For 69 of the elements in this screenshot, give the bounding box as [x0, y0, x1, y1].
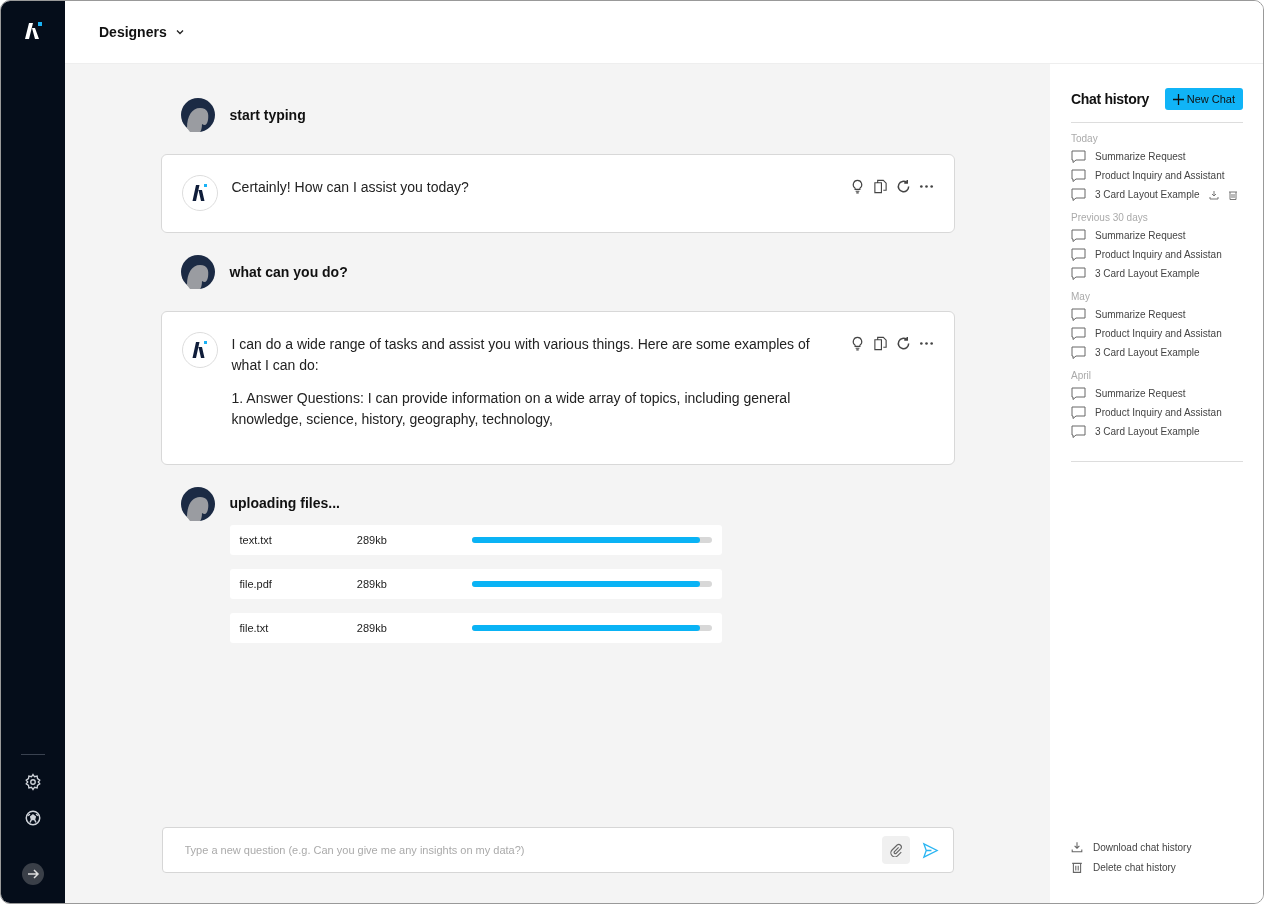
copy-icon[interactable] [872, 336, 888, 351]
delete-history-button[interactable]: Delete chat history [1071, 861, 1243, 873]
download-icon[interactable] [1208, 189, 1219, 200]
avatar [180, 255, 215, 289]
group-label: April [1071, 370, 1092, 381]
logo-icon[interactable] [23, 21, 43, 41]
user-message: what can you do? [229, 263, 348, 282]
file-size: 289kb [356, 534, 388, 546]
history-item[interactable]: Product Inquiry and Assistan [1071, 327, 1243, 340]
file-name: file.txt [239, 622, 270, 634]
chat-bubble-icon [1071, 169, 1086, 182]
history-item[interactable]: 3 Card Layout Example [1071, 425, 1243, 438]
avatar [180, 98, 215, 132]
history-item[interactable]: Product Inquiry and Assistan [1071, 406, 1243, 419]
group-label: Previous 30 days [1071, 212, 1149, 223]
arrow-right-icon [26, 867, 40, 881]
history-item[interactable]: Product Inquiry and Assistan [1071, 248, 1243, 261]
trash-icon[interactable] [1227, 189, 1238, 200]
expand-button[interactable] [22, 863, 44, 885]
settings-icon[interactable] [24, 773, 42, 791]
chat-bubble-icon [1071, 229, 1086, 242]
chat-bubble-icon [1071, 387, 1086, 400]
chat-bubble-icon [1071, 267, 1086, 280]
chat-bubble-icon [1071, 150, 1086, 163]
download-history-button[interactable]: Download chat history [1071, 841, 1243, 853]
bot-logo-icon [181, 332, 218, 368]
workspace-dropdown[interactable]: Designers [93, 23, 191, 41]
copy-icon[interactable] [872, 179, 888, 194]
chat-bubble-icon [1071, 327, 1086, 340]
message-paragraph: Certainly! How can I assist you today? [231, 178, 470, 197]
trash-icon [1071, 861, 1083, 873]
history-item[interactable]: Summarize Request [1071, 150, 1243, 163]
paperclip-icon [888, 843, 903, 857]
file-size: 289kb [356, 578, 388, 590]
group-label: Today [1071, 133, 1099, 144]
file-name: file.pdf [239, 578, 273, 590]
message-paragraph: 1. Answer Questions: I can provide information on a wide array of topics, including general knowledge, science, history, geography, technology, [231, 389, 792, 429]
attach-button[interactable] [881, 836, 910, 864]
chat-bubble-icon [1071, 346, 1086, 359]
refresh-icon[interactable] [895, 179, 911, 194]
history-item[interactable]: 3 Card Layout Example [1071, 346, 1243, 359]
chat-bubble-icon [1071, 425, 1086, 438]
avatar [180, 487, 215, 521]
chat-bubble-icon [1071, 188, 1086, 201]
download-icon [1071, 841, 1083, 853]
bot-logo-icon [181, 175, 218, 211]
plus-icon [1172, 93, 1184, 105]
history-item[interactable]: 3 Card Layout Example [1071, 267, 1243, 280]
history-item[interactable]: Summarize Request [1071, 387, 1243, 400]
history-item[interactable]: Summarize Request [1071, 308, 1243, 321]
user-message: uploading files... [229, 494, 341, 513]
history-item[interactable]: 3 Card Layout Example [1071, 188, 1243, 201]
new-chat-button[interactable]: New Chat [1164, 88, 1243, 110]
user-message: start typing [229, 106, 306, 125]
chat-bubble-icon [1071, 406, 1086, 419]
question-input-field[interactable]: Type a new question (e.g. Can you give me any insights on my data?) [182, 843, 870, 857]
history-item[interactable]: Summarize Request [1071, 229, 1243, 242]
history-item[interactable]: Product Inquiry and Assistant [1071, 169, 1243, 182]
panel-title: Chat history [1071, 91, 1150, 107]
refresh-icon[interactable] [895, 336, 911, 351]
group-label: May [1071, 291, 1091, 302]
chat-bubble-icon [1071, 308, 1086, 321]
question-input-box[interactable]: Type a new question (e.g. Can you give me any insights on my data?) [161, 827, 954, 873]
ball-icon[interactable] [24, 809, 42, 827]
chevron-down-icon [174, 27, 185, 37]
chat-bubble-icon [1071, 248, 1086, 261]
file-size: 289kb [356, 622, 388, 634]
file-name: text.txt [239, 534, 273, 546]
message-paragraph: I can do a wide range of tasks and assist you with various things. Here are some examples of what I can do: [231, 335, 811, 375]
